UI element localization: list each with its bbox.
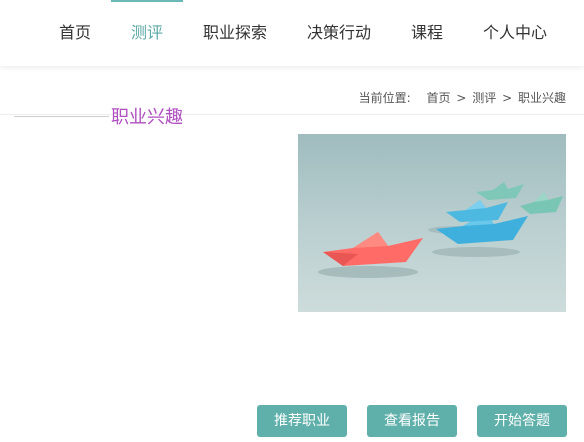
breadcrumb-separator: >	[502, 91, 513, 105]
nav-item-courses[interactable]: 课程	[411, 0, 443, 66]
paper-boats-image	[298, 134, 566, 312]
nav-item-assessment[interactable]: 测评	[131, 0, 163, 66]
nav-item-decision-action[interactable]: 决策行动	[307, 0, 371, 66]
recommend-career-button[interactable]: 推荐职业	[257, 405, 347, 437]
breadcrumb-assessment-link[interactable]: 测评	[472, 91, 496, 105]
page-title: 职业兴趣	[111, 107, 183, 128]
content-divider	[0, 114, 584, 115]
breadcrumb-label: 当前位置:	[358, 91, 411, 105]
nav-item-personal-center[interactable]: 个人中心	[483, 0, 547, 66]
title-rule	[14, 116, 109, 117]
nav-active-indicator	[111, 0, 183, 2]
view-report-button[interactable]: 查看报告	[367, 405, 457, 437]
top-navigation-bar: 首页 测评 职业探索 决策行动 课程 个人中心	[0, 0, 584, 66]
nav-item-home[interactable]: 首页	[59, 0, 91, 66]
breadcrumb-separator: >	[456, 91, 467, 105]
breadcrumb: 当前位置: 首页 > 测评 > 职业兴趣	[359, 89, 568, 106]
start-quiz-button[interactable]: 开始答题	[477, 405, 567, 437]
breadcrumb-home-link[interactable]: 首页	[427, 91, 451, 105]
nav-item-career-explore[interactable]: 职业探索	[203, 0, 267, 66]
breadcrumb-current: 职业兴趣	[517, 91, 566, 105]
